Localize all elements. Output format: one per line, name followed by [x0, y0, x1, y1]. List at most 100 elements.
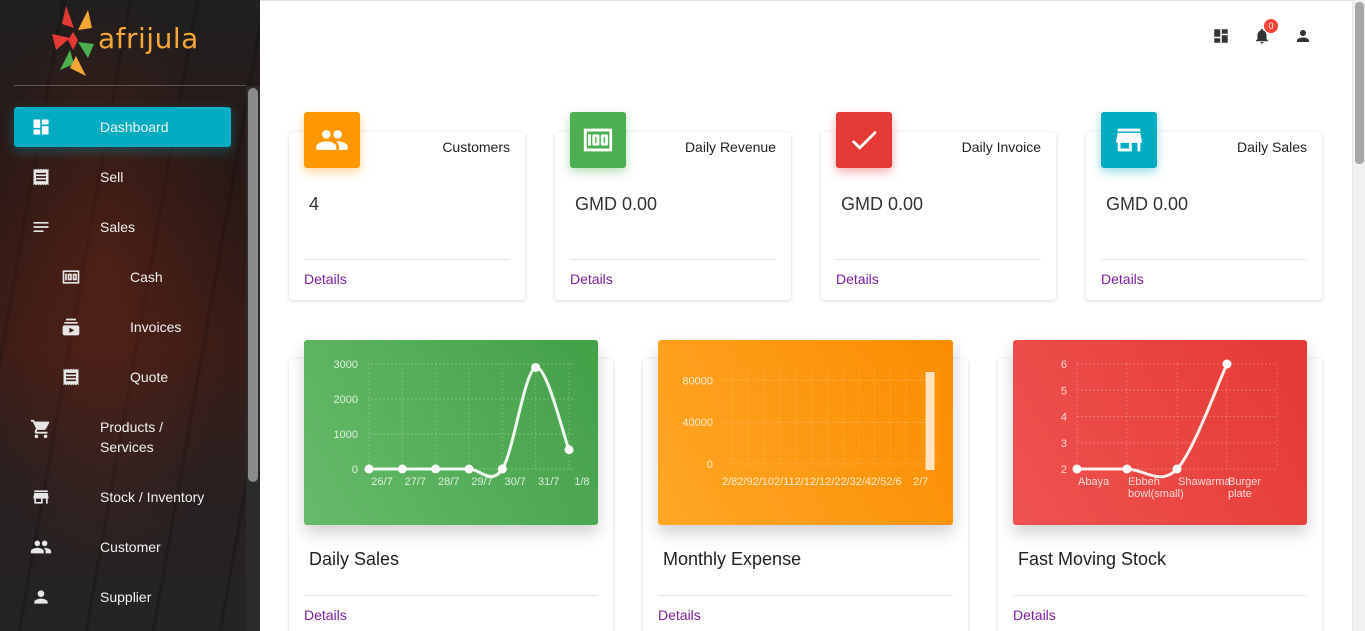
sidebar-item-products-services[interactable]: Products / Services — [14, 407, 231, 467]
stat-value: GMD 0.00 — [841, 194, 924, 214]
receipt-icon — [30, 167, 52, 187]
details-link[interactable]: Details — [658, 607, 701, 623]
sidebar-item-customer[interactable]: Customer — [14, 527, 231, 567]
y-tick-label: 2000 — [334, 394, 358, 406]
people-icon — [304, 112, 360, 168]
afrijula-logo-mark — [52, 6, 94, 76]
sidebar-item-label: Sell — [100, 169, 124, 185]
sidebar-item-invoices[interactable]: Invoices — [14, 307, 231, 347]
y-tick-label: 40000 — [682, 417, 713, 429]
stat-card-customers: Customers 4 Details — [289, 112, 525, 300]
store-icon — [30, 487, 52, 507]
y-tick-label: 6 — [1061, 359, 1067, 371]
account-icon[interactable] — [1293, 25, 1312, 47]
sidebar-item-supplier[interactable]: Supplier — [14, 577, 231, 617]
data-point — [531, 363, 541, 372]
sidebar-item-cash[interactable]: Cash — [14, 257, 231, 297]
y-tick-label: 0 — [707, 459, 713, 471]
main-scrollbar-thumb[interactable] — [1355, 2, 1364, 164]
data-point — [464, 464, 474, 474]
details-link[interactable]: Details — [1101, 271, 1144, 287]
check-icon — [836, 112, 892, 168]
x-tick-label: Burger — [1228, 476, 1261, 488]
card-divider — [570, 259, 776, 260]
store-icon — [1101, 112, 1157, 168]
subscriptions-icon — [60, 317, 82, 337]
sidebar-item-sales[interactable]: Sales — [14, 207, 231, 247]
people-icon — [30, 537, 52, 557]
receipt-icon — [60, 367, 82, 387]
chart-card-monthly-expense: 0 40000 80000 2/82/92/102/112/12/12/22/32/4… — [643, 340, 968, 631]
fast-moving-stock-chart-svg: 2 3 4 5 6 Abaya Ebbehbowl(small)ShawarmaBurger… — [1061, 359, 1278, 500]
y-tick-label: 80000 — [682, 375, 713, 387]
y-tick-label: 1000 — [334, 429, 358, 441]
main-content: 0 Customers 4 Details Daily Revenue GMD … — [260, 0, 1352, 631]
details-link[interactable]: Details — [1013, 607, 1056, 623]
data-point — [364, 464, 374, 474]
daily-sales-chart-svg: 010002000300026/7 27/7 28/7 29/7 30/7 31/7 1/8 — [334, 359, 590, 488]
x-tick-label: Abaya — [1078, 476, 1110, 488]
chart-title: Fast Moving Stock — [1018, 549, 1167, 569]
chart-card-fast-moving-stock: 2 3 4 5 6 Abaya Ebbeh bowl(small) Shawarma Burger… — [998, 340, 1322, 631]
sidebar-item-label: Products / Services — [100, 419, 164, 455]
sidebar-nav: Dashboard Sell Sales Cash Invoices Quote… — [14, 107, 231, 627]
cart-icon — [30, 419, 52, 439]
monthly-expense-chart-svg: 0 40000 80000 2/82/92/102/112/12/12/22/32/4… — [682, 370, 939, 488]
chart-title: Daily Sales — [309, 549, 400, 569]
brand-name: afrijula — [98, 22, 199, 55]
bar — [925, 372, 935, 470]
x-tick-label: bowl(small) — [1128, 488, 1184, 500]
sidebar-item-dashboard[interactable]: Dashboard — [14, 107, 231, 147]
x-tick-label: 1/8 — [574, 476, 589, 488]
series-line — [1076, 363, 1229, 479]
details-link[interactable]: Details — [570, 271, 613, 287]
x-tick-label: Ebbeh — [1128, 476, 1160, 488]
monthly-expense-chart: 0 40000 80000 2/82/92/102/112/12/12/22/32/4… — [658, 340, 953, 525]
x-tick-label: 31/7 — [538, 476, 559, 488]
sidebar-item-stock-inventory[interactable]: Stock / Inventory — [14, 477, 231, 517]
sidebar-item-quote[interactable]: Quote — [14, 357, 231, 397]
sidebar-item-label: Quote — [130, 369, 169, 385]
stat-title: Daily Revenue — [684, 139, 776, 155]
data-point — [1222, 359, 1232, 369]
stat-value: GMD 0.00 — [1106, 194, 1189, 214]
card-divider — [304, 595, 598, 596]
topbar-actions: 0 — [1211, 19, 1312, 47]
details-link[interactable]: Details — [304, 271, 347, 287]
y-tick-label: 4 — [1061, 412, 1067, 424]
data-point — [497, 464, 507, 474]
logo[interactable]: afrijula — [14, 0, 246, 86]
y-tick-label: 2 — [1061, 464, 1067, 476]
notifications-icon[interactable]: 0 — [1252, 19, 1278, 47]
stat-value: 4 — [309, 194, 320, 214]
card-divider — [1101, 259, 1307, 260]
sidebar-item-label: Sales — [100, 219, 136, 235]
sidebar-scrollbar-thumb[interactable] — [248, 88, 258, 482]
stat-title: Daily Sales — [1236, 139, 1307, 155]
sidebar-scrollbar[interactable] — [246, 86, 260, 631]
y-tick-label: 3 — [1061, 438, 1067, 450]
x-tick-label: Shawarma — [1178, 476, 1231, 488]
money-icon — [60, 267, 82, 287]
data-point — [1172, 464, 1182, 474]
main-scrollbar[interactable] — [1352, 0, 1365, 631]
x-tick-label: 28/7 — [438, 476, 459, 488]
stat-card-daily-revenue: Daily Revenue GMD 0.00 Details — [555, 112, 791, 300]
sort-lines-icon — [30, 217, 52, 237]
data-point — [431, 464, 441, 474]
sidebar-item-sell[interactable]: Sell — [14, 157, 231, 197]
x-tick-label: 2/7 — [913, 476, 928, 488]
data-point — [1122, 464, 1132, 474]
details-link[interactable]: Details — [304, 607, 347, 623]
stat-card-daily-invoice: Daily Invoice GMD 0.00 Details — [821, 112, 1056, 300]
person-icon — [30, 587, 52, 607]
sidebar-item-label: Stock / Inventory — [100, 489, 205, 505]
x-tick-label: 2/82/92/102/112/12/12/22/32/42/52/6 — [722, 476, 902, 488]
sidebar-item-label: Invoices — [130, 319, 182, 335]
stat-title: Daily Invoice — [961, 139, 1041, 155]
card-divider — [1013, 595, 1307, 596]
card-divider — [658, 595, 953, 596]
dashboard-icon[interactable] — [1211, 25, 1230, 47]
details-link[interactable]: Details — [836, 271, 879, 287]
sidebar-item-label: Supplier — [100, 589, 152, 605]
